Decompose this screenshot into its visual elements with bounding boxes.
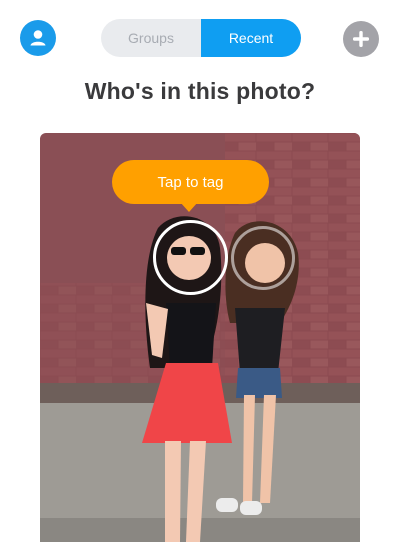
tab-groups[interactable]: Groups bbox=[101, 19, 201, 57]
top-bar: Groups Recent bbox=[0, 0, 400, 80]
tab-recent[interactable]: Recent bbox=[201, 19, 301, 57]
add-button[interactable] bbox=[343, 21, 379, 57]
tooltip-pointer bbox=[180, 202, 198, 212]
profile-button[interactable] bbox=[20, 20, 56, 56]
segment-control: Groups Recent bbox=[101, 19, 301, 57]
person-icon bbox=[30, 30, 46, 46]
page-title: Who's in this photo? bbox=[84, 78, 316, 104]
face-tag-target[interactable] bbox=[231, 226, 295, 290]
plus-icon bbox=[353, 31, 369, 47]
face-tag-target[interactable] bbox=[153, 220, 228, 295]
tap-to-tag-tooltip[interactable]: Tap to tag bbox=[112, 160, 269, 204]
